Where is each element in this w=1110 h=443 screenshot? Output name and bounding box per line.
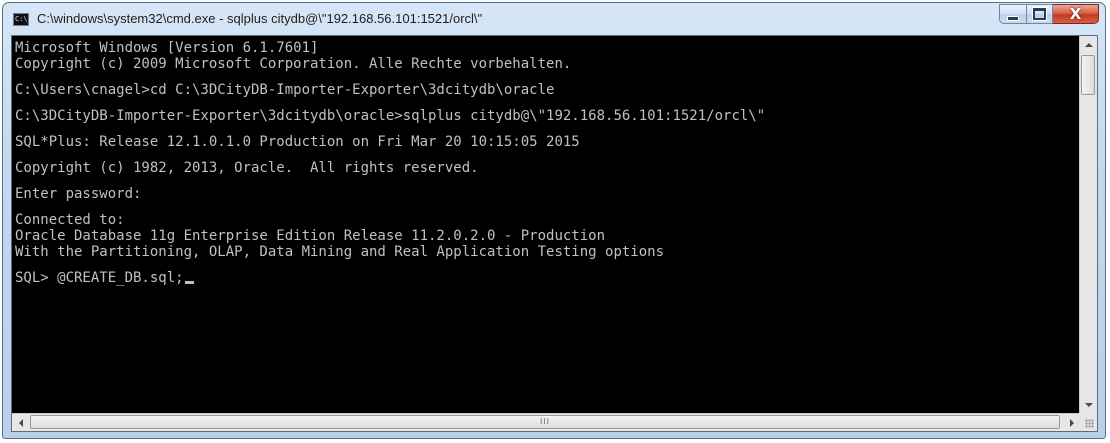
scroll-grip-icon: III [539, 417, 551, 426]
minimize-icon [1007, 15, 1019, 21]
console-line: Copyright (c) 1982, 2013, Oracle. All ri… [15, 160, 479, 176]
resize-grip-icon [1085, 419, 1094, 428]
window-controls: X [999, 4, 1099, 26]
scroll-right-button[interactable] [1063, 414, 1080, 431]
console-line: SQL*Plus: Release 12.1.0.1.0 Production … [15, 134, 580, 150]
resize-corner[interactable] [1079, 413, 1097, 431]
scroll-left-button[interactable] [12, 414, 29, 431]
scroll-down-button[interactable] [1080, 396, 1097, 413]
close-button[interactable]: X [1053, 4, 1099, 24]
console-line: C:\Users\cnagel>cd C:\3DCityDB-Importer-… [15, 82, 555, 98]
console-output[interactable]: Microsoft Windows [Version 6.1.7601] Copy… [12, 36, 1080, 413]
horizontal-scroll-thumb[interactable]: III [30, 415, 1060, 429]
cmd-prompt-icon[interactable]: C:\ [13, 13, 29, 26]
console-line: C:\3DCityDB-Importer-Exporter\3dcitydb\o… [15, 108, 766, 124]
window-title: C:\windows\system32\cmd.exe - sqlplus ci… [37, 11, 483, 26]
arrow-up-icon [1084, 42, 1093, 47]
maximize-button[interactable] [1026, 4, 1053, 24]
scroll-up-button[interactable] [1080, 36, 1097, 53]
horizontal-scrollbar[interactable]: III [12, 413, 1080, 431]
console-line: Microsoft Windows [Version 6.1.7601] [15, 40, 319, 56]
cmd-window: C:\ C:\windows\system32\cmd.exe - sqlplu… [2, 2, 1106, 439]
arrow-down-icon [1084, 402, 1093, 407]
console-line: SQL> @CREATE_DB.sql; [15, 270, 1080, 286]
text-cursor [184, 281, 194, 284]
close-icon: X [1069, 5, 1082, 23]
vertical-scrollbar[interactable] [1079, 36, 1097, 413]
console-client-area: Microsoft Windows [Version 6.1.7601] Copy… [11, 35, 1098, 432]
vertical-scroll-thumb[interactable] [1081, 55, 1095, 95]
console-line: Connected to: [15, 212, 125, 228]
console-line: With the Partitioning, OLAP, Data Mining… [15, 244, 665, 260]
console-line: Copyright (c) 2009 Microsoft Corporation… [15, 56, 572, 72]
console-line: Oracle Database 11g Enterprise Edition R… [15, 228, 606, 244]
console-line: Enter password: [15, 186, 142, 202]
minimize-button[interactable] [999, 4, 1026, 24]
arrow-left-icon [18, 418, 23, 427]
arrow-right-icon [1069, 418, 1074, 427]
maximize-icon [1033, 8, 1046, 20]
